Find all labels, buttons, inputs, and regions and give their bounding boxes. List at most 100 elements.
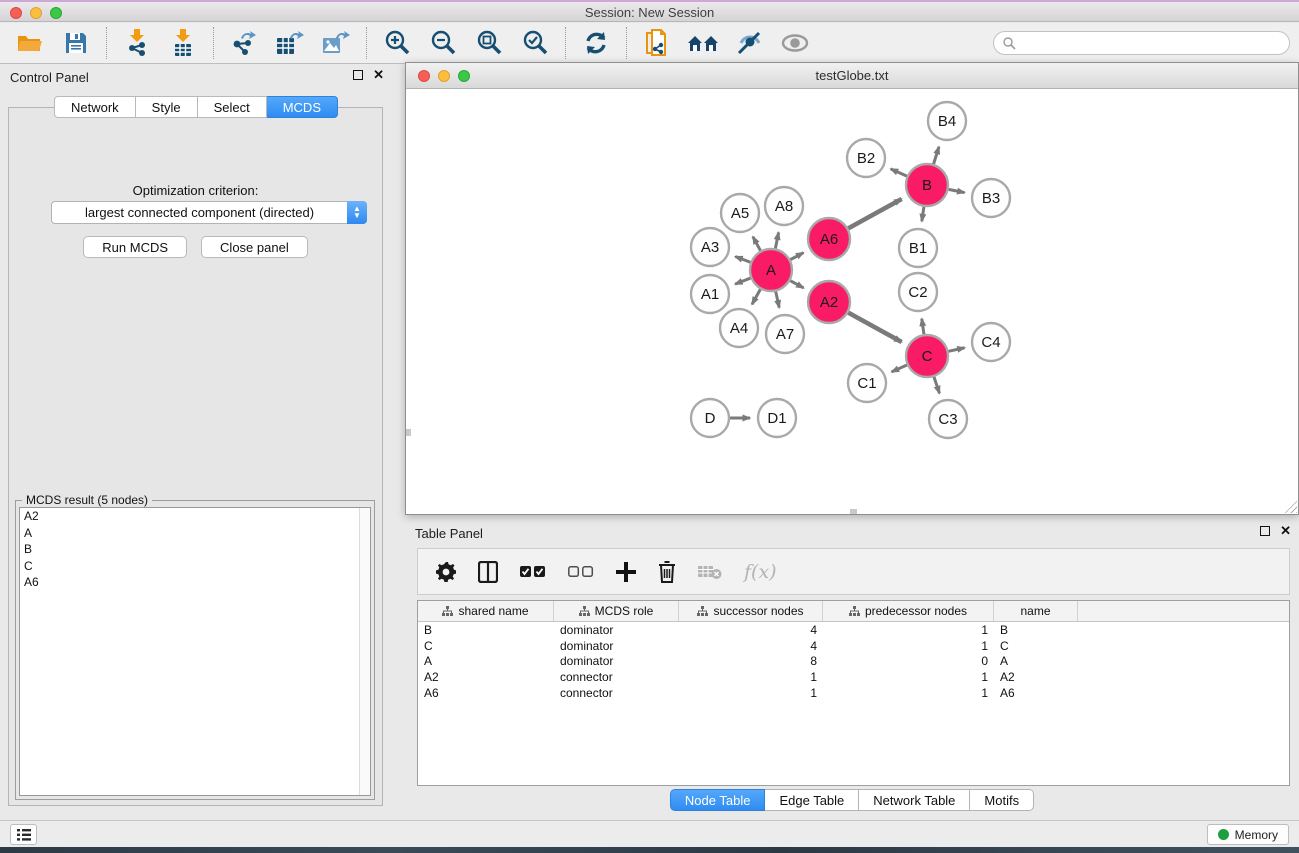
table-cell[interactable]: C	[994, 639, 1078, 653]
copy-network-button[interactable]	[641, 27, 673, 59]
export-table-button[interactable]	[274, 27, 306, 59]
show-columns-button[interactable]	[478, 561, 498, 583]
criterion-dropdown[interactable]: largest connected component (directed) ▲…	[51, 201, 367, 224]
column-header-predecessor-nodes[interactable]: predecessor nodes	[823, 601, 994, 621]
close-table-panel-icon[interactable]: ✕	[1280, 526, 1291, 536]
result-scrollbar[interactable]	[359, 508, 370, 795]
table-cell[interactable]: dominator	[554, 654, 679, 668]
result-list-item[interactable]: C	[20, 558, 370, 575]
table-cell[interactable]: 1	[823, 686, 994, 700]
table-cell[interactable]: A6	[418, 686, 554, 700]
graph-edge-B-B2[interactable]	[891, 169, 907, 176]
toggle-graphics-details-button[interactable]	[733, 27, 765, 59]
delete-table-button[interactable]	[698, 564, 722, 580]
search-input[interactable]	[1016, 33, 1289, 53]
close-panel-button[interactable]: Close panel	[201, 236, 308, 258]
import-table-button[interactable]	[167, 27, 199, 59]
node-table[interactable]: shared nameMCDS rolesuccessor nodesprede…	[417, 600, 1290, 786]
search-box[interactable]	[993, 31, 1290, 55]
mcds-result-list[interactable]: A2ABCA6	[19, 507, 371, 796]
graph-edge-B-B1[interactable]	[922, 207, 924, 221]
import-network-button[interactable]	[121, 27, 153, 59]
delete-column-button[interactable]	[658, 561, 676, 583]
column-header-shared-name[interactable]: shared name	[418, 601, 554, 621]
select-all-button[interactable]	[520, 566, 546, 578]
float-table-panel-icon[interactable]	[1260, 526, 1270, 536]
save-session-button[interactable]	[60, 27, 92, 59]
zoom-selected-button[interactable]	[519, 27, 551, 59]
table-cell[interactable]: 1	[823, 623, 994, 637]
table-cell[interactable]: A	[994, 654, 1078, 668]
table-cell[interactable]: C	[418, 639, 554, 653]
table-cell[interactable]: 1	[823, 639, 994, 653]
tab-node-table[interactable]: Node Table	[670, 789, 766, 811]
tab-network-table[interactable]: Network Table	[859, 789, 970, 811]
column-header-name[interactable]: name	[994, 601, 1078, 621]
zoom-in-button[interactable]	[381, 27, 413, 59]
table-row[interactable]: A2connector11A2	[418, 669, 1289, 685]
run-mcds-button[interactable]: Run MCDS	[83, 236, 187, 258]
table-cell[interactable]: 0	[823, 654, 994, 668]
tab-select[interactable]: Select	[198, 96, 267, 118]
table-cell[interactable]: dominator	[554, 623, 679, 637]
tab-network[interactable]: Network	[54, 96, 136, 118]
open-session-button[interactable]	[14, 27, 46, 59]
result-list-item[interactable]: A6	[20, 574, 370, 591]
table-row[interactable]: Cdominator41C	[418, 638, 1289, 654]
graph-edge-A-A7[interactable]	[776, 291, 780, 307]
function-builder-button[interactable]: f(x)	[744, 561, 777, 583]
table-cell[interactable]: A2	[418, 670, 554, 684]
graph-edge-A6-B[interactable]	[848, 199, 901, 228]
close-panel-icon[interactable]: ✕	[373, 70, 384, 80]
show-hide-panel-button[interactable]	[779, 27, 811, 59]
home-button[interactable]	[687, 27, 719, 59]
table-cell[interactable]: 1	[679, 686, 823, 700]
task-history-button[interactable]	[10, 824, 37, 845]
graph-edge-B-B4[interactable]	[934, 147, 939, 164]
graph-edge-A-A3[interactable]	[735, 257, 750, 263]
tab-edge-table[interactable]: Edge Table	[765, 789, 859, 811]
export-network-button[interactable]	[228, 27, 260, 59]
export-image-button[interactable]	[320, 27, 352, 59]
table-cell[interactable]: A6	[994, 686, 1078, 700]
tab-style[interactable]: Style	[136, 96, 198, 118]
table-cell[interactable]: B	[418, 623, 554, 637]
network-window-titlebar[interactable]: testGlobe.txt	[406, 63, 1298, 89]
table-row[interactable]: Bdominator41B	[418, 622, 1289, 638]
deselect-all-button[interactable]	[568, 566, 594, 578]
add-column-button[interactable]	[616, 562, 636, 582]
graph-edge-C-C2[interactable]	[922, 319, 924, 334]
result-list-item[interactable]: A2	[20, 508, 370, 525]
table-cell[interactable]: B	[994, 623, 1078, 637]
result-list-item[interactable]: B	[20, 541, 370, 558]
graph-edge-A2-C[interactable]	[848, 313, 901, 342]
refresh-button[interactable]	[580, 27, 612, 59]
graph-edge-A-A8[interactable]	[775, 232, 778, 248]
graph-edge-A-A5[interactable]	[753, 237, 761, 251]
result-list-item[interactable]: A	[20, 525, 370, 542]
zoom-fit-button[interactable]	[473, 27, 505, 59]
graph-edge-A-A4[interactable]	[752, 289, 760, 304]
table-cell[interactable]: A	[418, 654, 554, 668]
graph-edge-C-C4[interactable]	[948, 348, 964, 352]
zoom-out-button[interactable]	[427, 27, 459, 59]
network-canvas[interactable]: B4B2BB3A8A5A6A3B1AC2A1A2A4A7C4CC1C3DD1	[406, 89, 1298, 514]
table-row[interactable]: Adominator80A	[418, 653, 1289, 669]
graph-edge-C-C3[interactable]	[934, 377, 940, 394]
table-cell[interactable]: connector	[554, 686, 679, 700]
graph-edge-B-B3[interactable]	[949, 189, 965, 192]
tab-mcds[interactable]: MCDS	[267, 96, 338, 118]
graph-edge-A-A2[interactable]	[790, 281, 803, 288]
tab-motifs[interactable]: Motifs	[970, 789, 1034, 811]
graph-edge-C-C1[interactable]	[892, 365, 907, 372]
graph-edge-A-A1[interactable]	[735, 278, 750, 284]
graph-edge-A-A6[interactable]	[790, 253, 803, 260]
table-cell[interactable]: connector	[554, 670, 679, 684]
table-cell[interactable]: 1	[823, 670, 994, 684]
table-cell[interactable]: 8	[679, 654, 823, 668]
table-cell[interactable]: 1	[679, 670, 823, 684]
column-header-successor-nodes[interactable]: successor nodes	[679, 601, 823, 621]
float-panel-icon[interactable]	[353, 70, 363, 80]
table-cell[interactable]: 4	[679, 639, 823, 653]
table-cell[interactable]: dominator	[554, 639, 679, 653]
